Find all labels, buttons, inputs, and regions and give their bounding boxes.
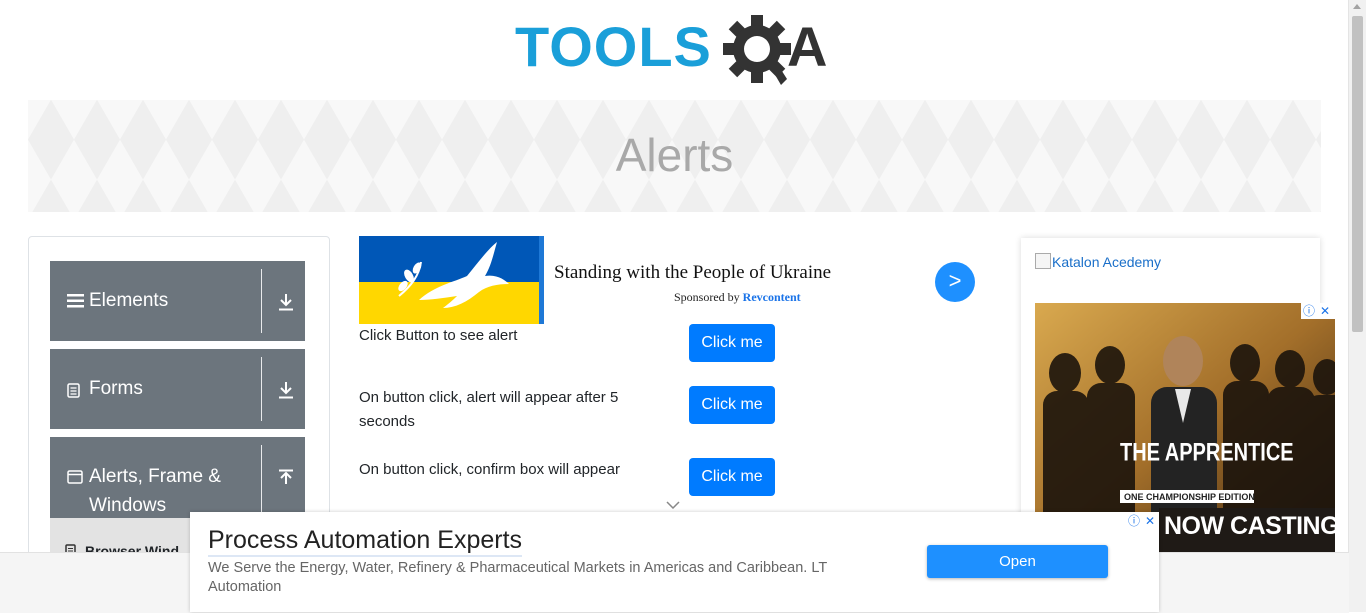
gear-icon bbox=[723, 15, 791, 85]
download-arrow-icon[interactable] bbox=[278, 293, 294, 311]
hamburger-icon bbox=[67, 294, 84, 308]
sponsored-ad-ukraine[interactable]: Standing with the People of Ukraine Spon… bbox=[359, 236, 984, 324]
bottom-ad-open-button[interactable]: Open bbox=[927, 545, 1108, 578]
close-icon[interactable]: ✕ bbox=[1145, 513, 1155, 529]
page-title: Alerts bbox=[615, 129, 734, 181]
scroll-up-arrow-icon[interactable] bbox=[1353, 4, 1361, 9]
page-scrollbar[interactable] bbox=[1348, 0, 1366, 612]
katalon-academy-image-link[interactable]: Katalon Acedemy bbox=[1035, 253, 1161, 270]
window-icon bbox=[67, 470, 83, 484]
apprentice-title: THE APPRENTICE bbox=[1120, 438, 1294, 466]
divider bbox=[261, 269, 262, 333]
divider bbox=[261, 445, 262, 515]
info-icon[interactable]: ⓘ bbox=[1128, 513, 1140, 529]
sidebar-group-label: Alerts, Frame & bbox=[89, 466, 221, 487]
timer-alert-button[interactable]: Click me bbox=[689, 386, 775, 424]
alert-row-text: Click Button to see alert bbox=[359, 327, 518, 344]
timer-alert-row-text: On button click, alert will appear after… bbox=[359, 389, 619, 430]
sponsored-by-label: Sponsored by bbox=[674, 290, 740, 304]
divider bbox=[261, 357, 262, 421]
info-icon[interactable]: ⓘ bbox=[1303, 303, 1315, 319]
broken-image-icon bbox=[1035, 253, 1051, 269]
katalon-alt-text: Katalon Acedemy bbox=[1052, 254, 1161, 270]
bottom-ad-description: We Serve the Energy, Water, Refinery & P… bbox=[208, 560, 827, 595]
ad-sponsor-line: Sponsored by Revcontent bbox=[674, 290, 801, 305]
bottom-ad-title[interactable]: Process Automation Experts bbox=[208, 526, 523, 557]
confirm-row-text: On button click, confirm box will appear bbox=[359, 461, 620, 478]
download-arrow-icon[interactable] bbox=[278, 381, 294, 399]
toolsqa-logo[interactable]: TOOLS A bbox=[515, 14, 840, 92]
logo-text-a: A bbox=[787, 15, 827, 78]
sidebar-group-elements[interactable]: Elements bbox=[50, 261, 305, 341]
sidebar-group-label: Forms bbox=[89, 378, 143, 399]
chevron-down-icon[interactable] bbox=[665, 500, 681, 510]
sidebar-group-label: Elements bbox=[89, 290, 169, 311]
ad-next-button[interactable]: > bbox=[935, 262, 975, 302]
scroll-thumb[interactable] bbox=[1352, 16, 1363, 332]
adchoices-badge[interactable]: ⓘ ✕ bbox=[1301, 303, 1335, 319]
now-casting-strip: NOW CASTING bbox=[1159, 508, 1340, 552]
bottom-banner-ad[interactable]: Process Automation Experts We Serve the … bbox=[190, 512, 1159, 612]
ad-title[interactable]: Standing with the People of Ukraine bbox=[554, 262, 831, 284]
confirm-button[interactable]: Click me bbox=[689, 458, 775, 496]
upload-arrow-icon[interactable] bbox=[278, 469, 294, 487]
apprentice-subtitle: ONE CHAMPIONSHIP EDITION bbox=[1124, 492, 1255, 502]
sponsor-link[interactable]: Revcontent bbox=[743, 290, 801, 304]
alert-button[interactable]: Click me bbox=[689, 324, 775, 362]
ukraine-dove-image bbox=[359, 236, 544, 324]
sidebar-group-alerts-frame-windows[interactable]: Alerts, Frame & Windows bbox=[50, 437, 305, 518]
adchoices-badge[interactable]: ⓘ ✕ bbox=[1128, 513, 1160, 529]
page-banner: Alerts bbox=[28, 100, 1321, 212]
sidebar-group-label-line2: Windows bbox=[89, 495, 167, 516]
document-icon bbox=[67, 383, 80, 398]
logo-text-tools: TOOLS bbox=[515, 15, 712, 78]
close-icon[interactable]: ✕ bbox=[1320, 303, 1330, 319]
now-casting-text: NOW CASTING bbox=[1164, 512, 1340, 540]
sidebar-group-forms[interactable]: Forms bbox=[50, 349, 305, 429]
